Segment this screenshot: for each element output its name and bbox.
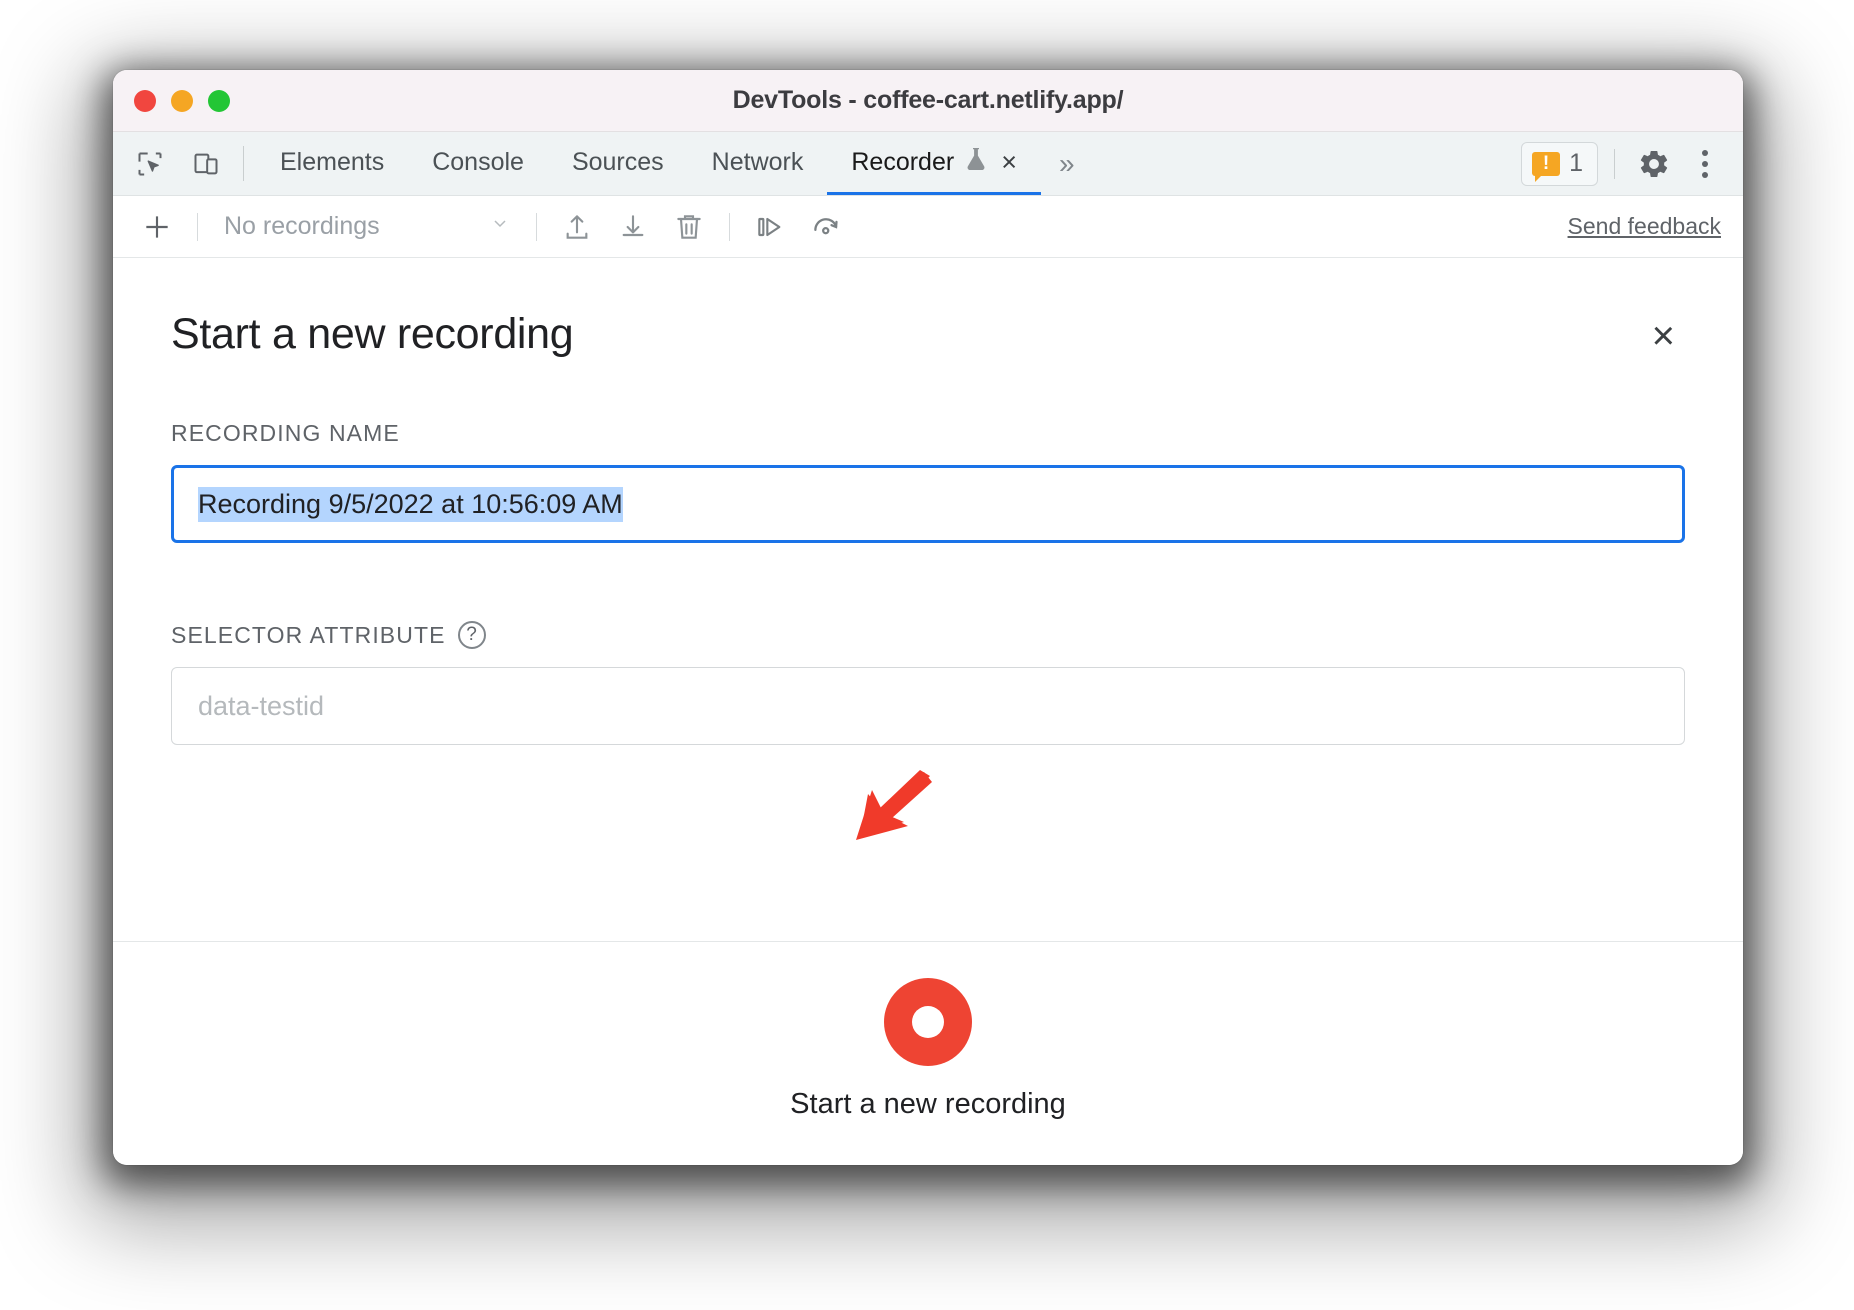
window-title: DevTools - coffee-cart.netlify.app/ [732, 86, 1124, 114]
right-controls-divider [1614, 148, 1615, 179]
recorder-panel-body: Start a new recording × Recording name R… [113, 258, 1743, 941]
window-titlebar: DevTools - coffee-cart.netlify.app/ [113, 70, 1743, 132]
tab-label: Sources [571, 147, 664, 176]
recorder-toolbar: No recordings Send feedback [113, 196, 1743, 258]
tab-sources[interactable]: Sources [548, 132, 688, 195]
more-tabs-icon[interactable]: » [1041, 132, 1093, 195]
send-feedback-link[interactable]: Send feedback [1568, 213, 1727, 240]
record-circle-icon[interactable] [884, 978, 972, 1066]
step-replay-icon[interactable] [744, 204, 796, 250]
recording-name-input[interactable]: Recording 9/5/2022 at 10:56:09 AM [171, 465, 1685, 543]
tabstrip-divider [243, 146, 244, 181]
recorder-panel-footer: Start a new recording [113, 941, 1743, 1165]
toolbar-divider-3 [729, 212, 730, 241]
toolbar-divider-1 [197, 212, 198, 241]
close-window-button[interactable] [134, 89, 156, 112]
maximize-window-button[interactable] [208, 89, 230, 112]
page-title: Start a new recording [171, 310, 574, 358]
devtools-tabs: Elements Console Sources Network Recorde… [256, 132, 1521, 195]
tab-label: Recorder [851, 147, 955, 176]
selector-attribute-label: Selector attribute ? [171, 621, 1685, 649]
selector-attribute-placeholder: data-testid [198, 690, 325, 721]
recordings-select[interactable]: No recordings [212, 204, 522, 250]
recording-name-value: Recording 9/5/2022 at 10:56:09 AM [198, 486, 623, 522]
warning-count: 1 [1569, 149, 1583, 177]
traffic-lights [134, 89, 230, 112]
panel-header: Start a new recording × [171, 310, 1685, 362]
close-tab-icon[interactable]: × [1001, 148, 1017, 176]
replay-speed-icon[interactable] [800, 204, 852, 250]
tab-network[interactable]: Network [688, 132, 828, 195]
flask-icon [965, 146, 987, 179]
warnings-badge[interactable]: ! 1 [1521, 141, 1598, 186]
tab-console[interactable]: Console [408, 132, 548, 195]
chevron-down-icon [488, 211, 512, 242]
recorder-panel: Start a new recording × Recording name R… [113, 258, 1743, 1165]
devtools-tabstrip: Elements Console Sources Network Recorde… [113, 132, 1743, 196]
import-recording-icon[interactable] [607, 204, 659, 250]
delete-recording-icon[interactable] [663, 204, 715, 250]
tab-label: Elements [280, 147, 385, 176]
export-recording-icon[interactable] [551, 204, 603, 250]
selector-attribute-field-group: Selector attribute ? data-testid [171, 621, 1685, 745]
screenshot-root: DevTools - coffee-cart.netlify.app/ Elem… [0, 0, 1854, 1310]
selector-attribute-input[interactable]: data-testid [171, 667, 1685, 745]
devtools-window: DevTools - coffee-cart.netlify.app/ Elem… [113, 70, 1743, 1165]
tab-label: Console [432, 147, 524, 176]
tab-elements[interactable]: Elements [256, 132, 408, 195]
tabstrip-right-controls: ! 1 [1521, 132, 1743, 195]
start-recording-button[interactable]: Start a new recording [790, 1088, 1066, 1121]
tab-recorder[interactable]: Recorder × [827, 132, 1041, 195]
toolbar-divider-2 [536, 212, 537, 241]
close-icon[interactable]: × [1642, 310, 1685, 362]
more-options-icon[interactable] [1683, 142, 1727, 186]
add-recording-icon[interactable] [131, 204, 183, 250]
help-icon[interactable]: ? [457, 621, 486, 649]
tab-label: Network [711, 147, 804, 176]
recordings-select-value: No recordings [224, 212, 380, 240]
gear-icon[interactable] [1631, 141, 1677, 187]
device-toolbar-icon[interactable] [183, 141, 229, 187]
minimize-window-button[interactable] [171, 89, 193, 112]
inspect-element-icon[interactable] [127, 141, 173, 187]
warning-icon: ! [1532, 151, 1561, 182]
devtools-tool-icons [127, 132, 243, 195]
recording-name-label: Recording name [171, 420, 400, 446]
recording-name-field-group: Recording name Recording 9/5/2022 at 10:… [171, 420, 1685, 543]
selector-attribute-label-text: Selector attribute [171, 621, 446, 648]
